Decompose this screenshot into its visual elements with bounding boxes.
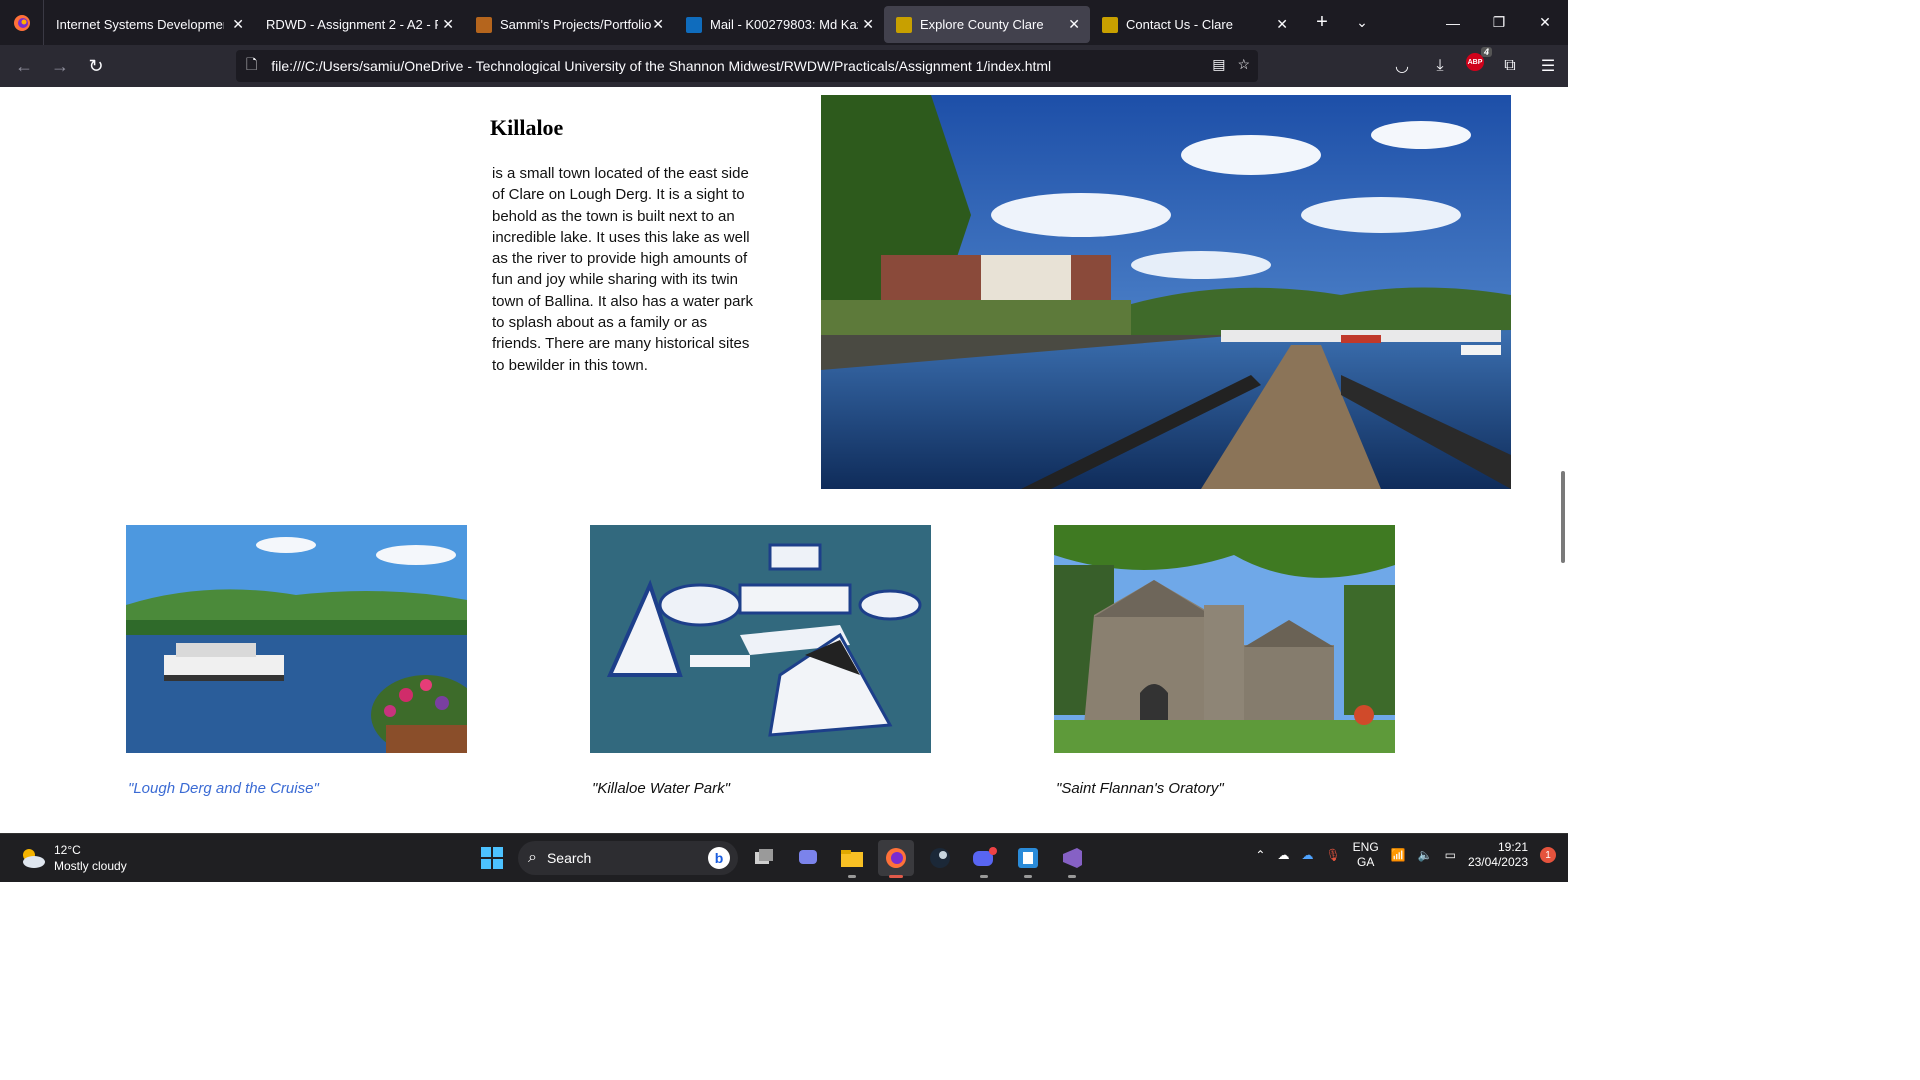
task-view-icon[interactable] xyxy=(746,840,782,876)
page-icon: 🗋 xyxy=(246,56,258,72)
firefox-taskbar-icon[interactable] xyxy=(878,840,914,878)
search-label: Search xyxy=(546,850,592,866)
addon-badge: 4 xyxy=(1480,47,1492,57)
battery-icon[interactable]: ▭ xyxy=(1445,848,1456,862)
close-icon[interactable]: ✕ xyxy=(1068,16,1080,33)
close-icon[interactable]: ✕ xyxy=(232,16,244,33)
windows-taskbar: 12°C Mostly cloudy ⌕ Search b ⌃ ☁ ☁ 🎙 EN… xyxy=(0,833,1568,882)
file-explorer-icon[interactable] xyxy=(834,840,870,878)
language-indicator[interactable]: ENG GA xyxy=(1353,840,1379,870)
saint-flannans-oratory-image xyxy=(1054,525,1395,753)
cloudy-weather-icon xyxy=(23,849,45,868)
close-icon[interactable]: ✕ xyxy=(862,16,874,33)
chevron-up-icon[interactable]: ⌃ xyxy=(1255,848,1265,862)
extensions-icon[interactable]: ⧉ xyxy=(1498,53,1522,79)
tab-mail[interactable]: Mail - K00279803: Md Kazi ✕ xyxy=(674,6,884,43)
site-favicon-icon xyxy=(1102,16,1118,33)
list-tabs-icon[interactable]: ⌄ xyxy=(1342,14,1382,31)
notification-badge[interactable]: 1 xyxy=(1540,847,1556,863)
site-favicon-icon xyxy=(896,16,912,33)
weather-desc: Mostly cloudy xyxy=(54,859,127,873)
town-title: Killaloe xyxy=(490,115,564,140)
tab-bar: Internet Systems Development ✕ RDWD - As… xyxy=(0,0,1568,45)
reload-icon[interactable]: ↻ xyxy=(78,50,114,82)
page-scrollbar[interactable] xyxy=(1556,87,1568,833)
navigation-toolbar: ← → ↻ 🗋 file:///C:/Users/samiu/OneDrive … xyxy=(0,45,1568,87)
restore-icon[interactable]: ❐ xyxy=(1476,0,1522,45)
close-icon[interactable]: ✕ xyxy=(652,16,664,33)
town-description: is a small town located of the east side… xyxy=(492,165,753,374)
bookmark-star-icon[interactable]: ☆ xyxy=(1237,56,1250,73)
close-icon[interactable]: ✕ xyxy=(1276,16,1288,33)
discord-icon[interactable] xyxy=(966,840,1002,878)
steam-icon[interactable] xyxy=(922,840,958,876)
volume-icon[interactable]: 🔈 xyxy=(1418,848,1433,862)
weather-temp: 12°C xyxy=(54,843,81,857)
taskbar-search[interactable]: ⌕ Search b xyxy=(518,841,738,875)
onedrive-icon[interactable]: ☁ xyxy=(1277,848,1289,862)
tab-portfolio[interactable]: Sammi's Projects/Portfolio ✕ xyxy=(464,6,674,43)
address-bar[interactable]: 🗋 file:///C:/Users/samiu/OneDrive - Tech… xyxy=(236,50,1258,82)
system-tray: ⌃ ☁ ☁ 🎙 ENG GA 📶 🔈 ▭ 19:21 23/04/2023 1 xyxy=(1255,840,1556,870)
app-icon[interactable] xyxy=(1010,840,1046,878)
firefox-view-icon[interactable] xyxy=(0,0,44,45)
start-icon[interactable] xyxy=(474,840,510,876)
adblock-icon[interactable]: ABP 4 xyxy=(1466,47,1492,71)
clock[interactable]: 19:21 23/04/2023 xyxy=(1468,840,1528,870)
close-window-icon[interactable]: ✕ xyxy=(1522,0,1568,45)
visual-studio-icon[interactable] xyxy=(1054,840,1090,878)
url-text[interactable]: file:///C:/Users/samiu/OneDrive - Techno… xyxy=(271,58,1051,74)
lough-derg-image xyxy=(126,525,467,753)
downloads-icon[interactable]: ⤓ xyxy=(1428,53,1452,79)
tab-contact-us[interactable]: Contact Us - Clare ✕ xyxy=(1090,6,1298,43)
tab-explore-county-clare[interactable]: Explore County Clare ✕ xyxy=(884,6,1090,43)
scrollbar-thumb[interactable] xyxy=(1561,471,1565,563)
caption-lough-derg[interactable]: "Lough Derg and the Cruise" xyxy=(128,780,319,797)
page-viewport: Killaloe is a small town located of the … xyxy=(0,87,1568,833)
onedrive-personal-icon[interactable]: ☁ xyxy=(1301,848,1313,862)
wifi-icon[interactable]: 📶 xyxy=(1391,848,1406,862)
reader-view-icon[interactable]: ▤ xyxy=(1212,56,1225,73)
microphone-icon[interactable]: 🎙 xyxy=(1325,848,1340,862)
caption-oratory: "Saint Flannan's Oratory" xyxy=(1056,780,1224,797)
minimize-icon[interactable]: — xyxy=(1430,0,1476,45)
close-icon[interactable]: ✕ xyxy=(442,16,454,33)
forward-icon[interactable]: → xyxy=(42,50,78,82)
bing-icon[interactable]: b xyxy=(708,847,730,869)
killaloe-hero-image xyxy=(821,95,1511,489)
menu-icon[interactable]: ☰ xyxy=(1536,53,1560,79)
pocket-icon[interactable]: ◡ xyxy=(1390,53,1414,79)
outlook-icon xyxy=(686,16,702,33)
teams-chat-icon[interactable] xyxy=(790,840,826,876)
caption-water-park: "Killaloe Water Park" xyxy=(592,780,730,797)
tab-rdwd-assignment[interactable]: RDWD - Assignment 2 - A2 - RD ✕ xyxy=(254,6,464,43)
tab-internet-systems[interactable]: Internet Systems Development ✕ xyxy=(44,6,254,43)
new-tab-icon[interactable]: + xyxy=(1302,11,1342,34)
cookie-icon xyxy=(476,16,492,33)
back-icon[interactable]: ← xyxy=(6,50,42,82)
weather-widget[interactable]: 12°C Mostly cloudy xyxy=(18,842,127,874)
search-icon: ⌕ xyxy=(528,849,537,866)
water-park-image xyxy=(590,525,931,753)
